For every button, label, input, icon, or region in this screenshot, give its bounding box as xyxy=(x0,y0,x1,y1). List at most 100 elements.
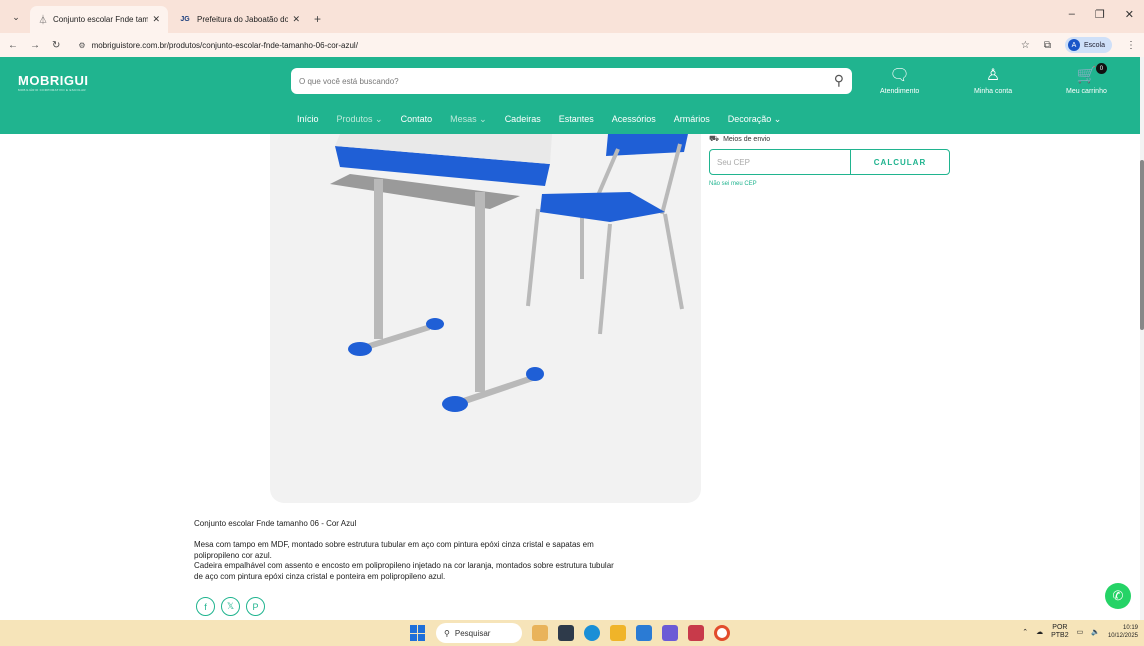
profile-button[interactable]: A Escola xyxy=(1064,37,1112,53)
product-image[interactable] xyxy=(270,134,701,503)
menu-item-produtos[interactable]: Produtos ⌄ xyxy=(337,114,383,125)
bookmark-star-icon[interactable]: ☆ xyxy=(1021,40,1030,51)
tray-chevron-icon[interactable]: ⌃ xyxy=(1022,628,1028,636)
teams-icon[interactable] xyxy=(662,625,678,641)
tab-search-icon[interactable]: ⌄ xyxy=(6,7,26,27)
forward-icon[interactable]: → xyxy=(30,40,40,51)
menu-item-contato[interactable]: Contato xyxy=(401,114,433,125)
desk-cap xyxy=(348,342,372,356)
cep-form: Seu CEP CALCULAR xyxy=(709,149,950,175)
calculate-button[interactable]: CALCULAR xyxy=(851,150,949,174)
windows-taskbar: ⚲ Pesquisar ⌃ ☁ POR PTB2 ▭ 🔈 10:19 10/12… xyxy=(0,620,1144,646)
school-desk-chair-illustration xyxy=(330,134,688,412)
window-controls: – ❐ ✕ xyxy=(1069,8,1134,21)
menu-item-armarios[interactable]: Armários xyxy=(674,114,710,125)
close-window-icon[interactable]: ✕ xyxy=(1125,8,1134,21)
close-tab-icon[interactable]: ✕ xyxy=(292,14,300,25)
lang-line: PTB2 xyxy=(1051,632,1069,639)
menu-item-mesas[interactable]: Mesas ⌄ xyxy=(450,114,487,125)
product-description: Mesa com tampo em MDF, montado sobre est… xyxy=(194,540,704,582)
clock[interactable]: 10:19 10/12/2025 xyxy=(1108,624,1138,640)
task-view-icon[interactable] xyxy=(558,625,574,641)
desk-leg-left xyxy=(374,179,383,339)
new-tab-icon[interactable]: + xyxy=(314,12,321,26)
tab-conjunto-escolar[interactable]: ⏃ Conjunto escolar Fnde tamanho ✕ xyxy=(30,6,168,33)
chrome-icon[interactable] xyxy=(714,625,730,641)
app-icon[interactable] xyxy=(688,625,704,641)
url-field[interactable]: ⚙ mobriguistore.com.br/produtos/conjunto… xyxy=(72,36,1020,54)
search-input[interactable]: O que você está buscando? ⚲ xyxy=(291,68,852,94)
tab-label: Prefeitura do Jaboatão dos Gua xyxy=(197,15,289,24)
search-icon: ⚲ xyxy=(444,628,450,638)
share-buttons: f 𝕏 P xyxy=(196,597,265,616)
menu-item-estantes[interactable]: Estantes xyxy=(559,114,594,125)
product-title: Conjunto escolar Fnde tamanho 06 - Cor A… xyxy=(194,519,357,528)
description-line: de aço com pintura epóxi cinza cristal e… xyxy=(194,571,446,581)
taskbar-search[interactable]: ⚲ Pesquisar xyxy=(436,623,522,643)
menu-item-acessorios[interactable]: Acessórios xyxy=(612,114,656,125)
search-icon[interactable]: ⚲ xyxy=(834,72,844,89)
browser-tab-bar: ⌄ ⏃ Conjunto escolar Fnde tamanho ✕ JG P… xyxy=(0,0,1144,33)
cart-link[interactable]: 🛒 0 Meu carrinho xyxy=(1066,63,1107,95)
avatar: A xyxy=(1067,39,1080,51)
service-link[interactable]: 🗨 Atendimento xyxy=(880,65,919,95)
language-indicator[interactable]: POR PTB2 xyxy=(1051,624,1069,640)
clock-date: 10/12/2025 xyxy=(1107,633,1138,639)
chat-icon: 🗨 xyxy=(889,67,910,84)
lang-line: POR xyxy=(1052,624,1068,631)
chair-leg xyxy=(526,208,540,307)
unknown-cep-link[interactable]: Não sei meu CEP xyxy=(709,181,757,187)
x-twitter-icon[interactable]: 𝕏 xyxy=(221,597,240,616)
tab-label: Conjunto escolar Fnde tamanho xyxy=(53,15,149,24)
outlook-icon[interactable] xyxy=(636,625,652,641)
desk-leg-right xyxy=(475,192,485,392)
cart-count-badge: 0 xyxy=(1095,63,1107,74)
browser-menu-icon[interactable]: ⋮ xyxy=(1126,40,1136,51)
service-label: Atendimento xyxy=(880,88,920,95)
windows-start-icon[interactable] xyxy=(410,625,426,641)
site-header: MOBRIGUI MOBILIÁRIO CORPORATIVO E ESCOLA… xyxy=(0,57,1140,134)
scrollbar-thumb[interactable] xyxy=(1140,160,1144,330)
truck-icon: ⛟ xyxy=(709,134,720,143)
search-placeholder: O que você está buscando? xyxy=(299,76,399,86)
scrollbar[interactable] xyxy=(1140,57,1144,620)
menu-item-inicio[interactable]: Início xyxy=(297,114,319,125)
facebook-icon[interactable]: f xyxy=(196,597,215,616)
description-line: polipropileno cor azul. xyxy=(194,550,272,560)
extensions-icon[interactable]: ⧉ xyxy=(1044,40,1051,51)
weather-icon[interactable]: ☁ xyxy=(1036,628,1043,636)
edge-browser-icon[interactable] xyxy=(584,625,600,641)
chair-leg xyxy=(663,213,684,310)
address-bar: ← → ↻ ⚙ mobriguistore.com.br/produtos/co… xyxy=(0,33,1144,57)
profile-label: Escola xyxy=(1083,41,1105,49)
shipping-title-text: Meios de envio xyxy=(723,135,771,143)
description-line: Cadeira empalhável com assento e encosto… xyxy=(194,561,614,570)
menu-item-decoracao[interactable]: Decoração ⌄ xyxy=(728,114,782,125)
tab-prefeitura[interactable]: JG Prefeitura do Jaboatão dos Gua ✕ xyxy=(170,6,308,33)
site-logo[interactable]: MOBRIGUI xyxy=(18,73,88,88)
description-line: Mesa com tampo em MDF, montado sobre est… xyxy=(194,540,594,549)
main-menu: Início Produtos ⌄ Contato Mesas ⌄ Cadeir… xyxy=(297,114,799,125)
reload-icon[interactable]: ↻ xyxy=(52,40,60,51)
restore-icon[interactable]: ❐ xyxy=(1095,8,1105,21)
volume-icon[interactable]: 🔈 xyxy=(1091,628,1100,636)
network-icon[interactable]: ▭ xyxy=(1077,628,1084,636)
site-info-icon[interactable]: ⚙ xyxy=(78,41,85,50)
back-icon[interactable]: ← xyxy=(8,40,18,51)
cep-input[interactable]: Seu CEP xyxy=(710,150,851,174)
taskbar-search-label: Pesquisar xyxy=(454,628,491,638)
shipping-calculator: ⛟ Meios de envio Seu CEP CALCULAR Não se… xyxy=(709,134,950,187)
file-explorer-icon[interactable] xyxy=(610,625,626,641)
menu-item-cadeiras[interactable]: Cadeiras xyxy=(505,114,541,125)
pinterest-icon[interactable]: P xyxy=(246,597,265,616)
widgets-icon[interactable] xyxy=(532,625,548,641)
close-tab-icon[interactable]: ✕ xyxy=(152,14,160,25)
whatsapp-icon[interactable]: ✆ xyxy=(1105,583,1131,609)
chair-seat xyxy=(540,192,665,222)
account-link[interactable]: ♙ Minha conta xyxy=(974,65,1012,95)
desk-cap xyxy=(526,367,544,381)
url-text: mobriguistore.com.br/produtos/conjunto-e… xyxy=(91,40,358,50)
minimize-icon[interactable]: – xyxy=(1069,8,1075,21)
system-tray: ⌃ ☁ POR PTB2 ▭ 🔈 10:19 10/12/2025 xyxy=(1022,624,1138,640)
desk-cap xyxy=(442,396,468,412)
